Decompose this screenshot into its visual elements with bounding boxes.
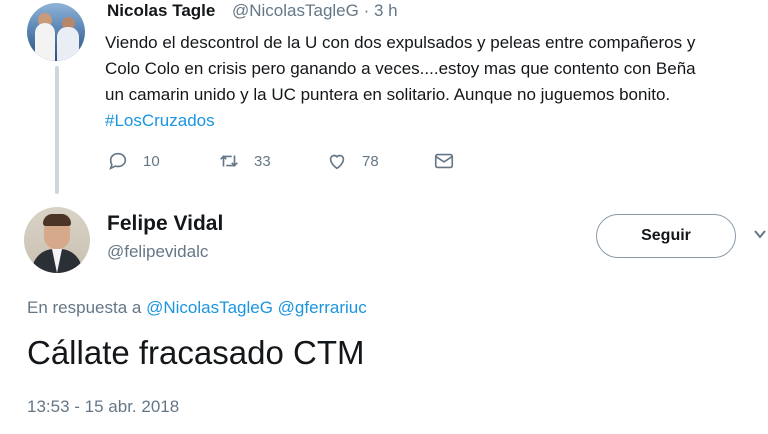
heart-icon — [329, 154, 345, 170]
tweet1-display-name[interactable]: Nicolas Tagle — [107, 1, 215, 21]
tweet2-display-name[interactable]: Felipe Vidal — [107, 212, 223, 236]
reply-button[interactable]: 10 — [107, 150, 160, 172]
thread-connector-line — [55, 66, 59, 194]
reply-count: 10 — [143, 152, 160, 170]
reply-context: En respuesta a @NicolasTagleG @gferrariu… — [27, 298, 367, 318]
tweet1-text-line: un camarin unido y la UC puntera en soli… — [105, 85, 671, 104]
avatar-nicolas-tagle[interactable] — [27, 3, 85, 61]
retweet-icon — [220, 155, 238, 167]
follow-button[interactable]: Seguir — [596, 214, 736, 258]
like-count: 78 — [362, 152, 379, 170]
tweet1-text: Viendo el descontrol de la U con dos exp… — [105, 30, 768, 134]
tweet2-text: Cállate fracasado CTM — [27, 334, 365, 371]
reply-prefix: En respuesta a — [27, 298, 142, 317]
tweet2-handle[interactable]: @felipevidalc — [107, 242, 208, 262]
tweet1-handle-time[interactable]: @NicolasTagleG · 3 h — [232, 1, 398, 21]
retweet-button[interactable]: 33 — [218, 150, 271, 172]
tweet1-text-line: Viendo el descontrol de la U con dos exp… — [105, 33, 696, 52]
avatar-felipe-vidal[interactable] — [24, 207, 90, 273]
tweet1-action-bar: 10 33 78 — [0, 150, 768, 174]
reply-mentions[interactable]: @NicolasTagleG @gferrariuc — [146, 298, 367, 317]
tweet1-text-line: Colo Colo en crisis pero ganando a veces… — [105, 59, 696, 78]
envelope-icon — [434, 153, 454, 169]
like-button[interactable]: 78 — [326, 150, 379, 172]
chevron-down-icon[interactable] — [752, 226, 768, 242]
reply-icon — [109, 152, 127, 170]
retweet-count: 33 — [254, 152, 271, 170]
tweet2-timestamp[interactable]: 13:53 - 15 abr. 2018 — [27, 397, 179, 417]
hashtag-link[interactable]: #LosCruzados — [105, 108, 768, 134]
direct-message-button[interactable] — [433, 150, 469, 172]
